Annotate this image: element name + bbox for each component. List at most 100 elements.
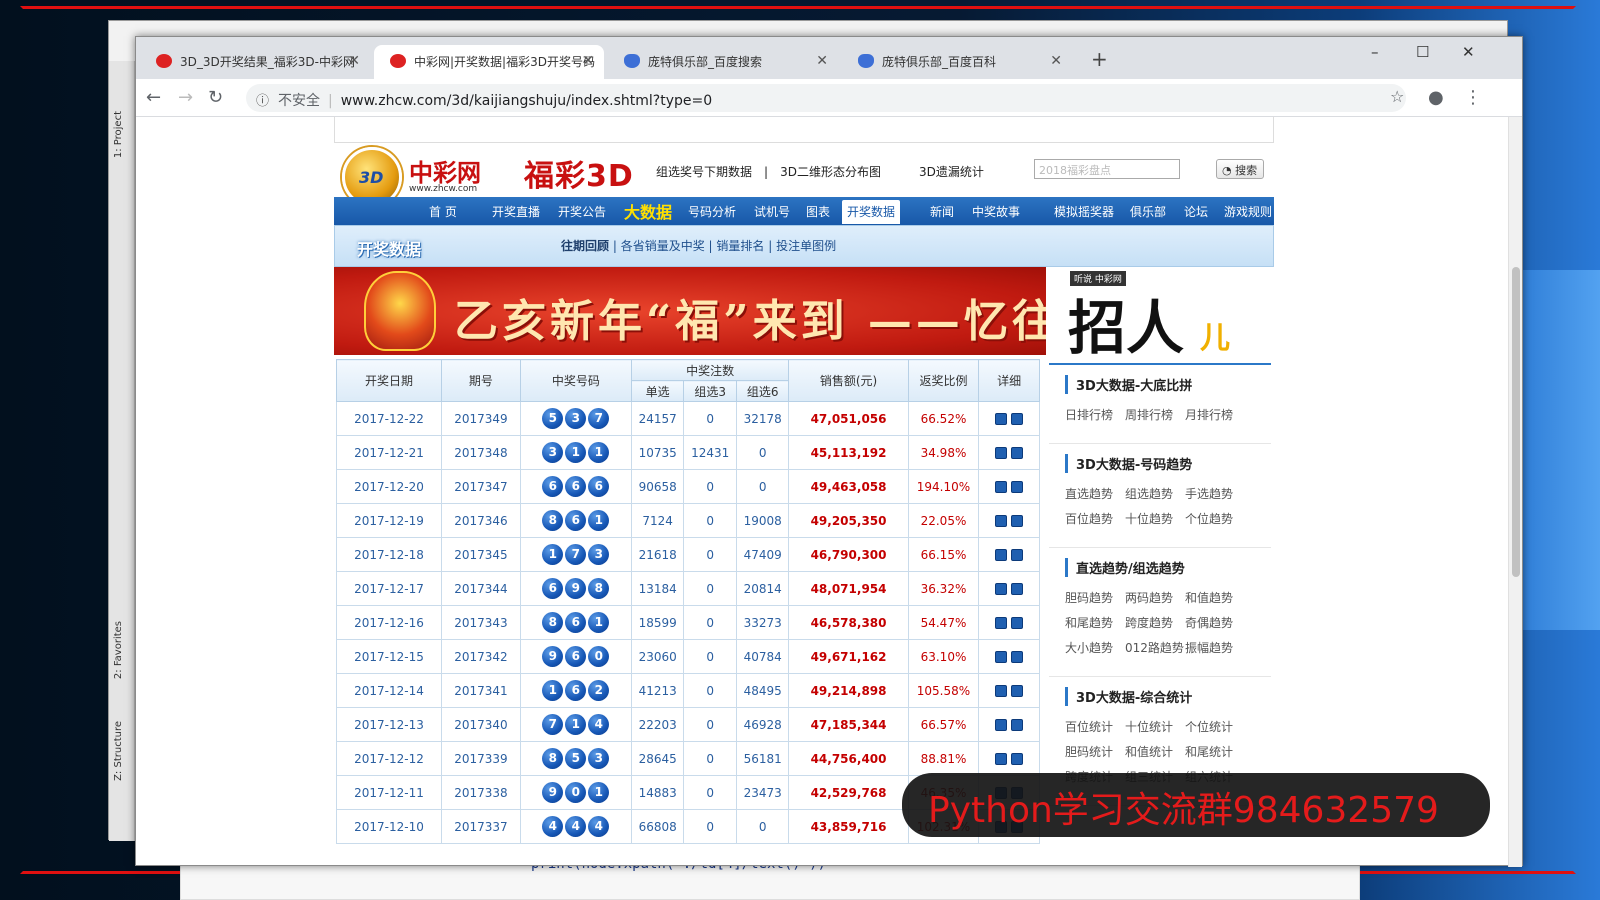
- structure-tool-tab[interactable]: Z: Structure: [113, 721, 124, 781]
- detail-doc-icon[interactable]: [995, 515, 1008, 527]
- nav-news[interactable]: 新闻: [930, 203, 954, 220]
- detail-doc-icon[interactable]: [995, 481, 1008, 493]
- url-text[interactable]: www.zhcw.com/3d/kaijiangshuju/index.shtm…: [341, 93, 712, 109]
- new-year-banner[interactable]: 乙亥新年“福”来到 ——忆往昔: [334, 267, 1046, 355]
- detail-doc-icon[interactable]: [995, 549, 1008, 561]
- sidebar-link[interactable]: 和尾趋势: [1065, 614, 1125, 631]
- sidebar-link[interactable]: 和尾统计: [1185, 743, 1245, 760]
- sidebar-link[interactable]: 直选趋势: [1065, 485, 1125, 502]
- sidebar-link[interactable]: 和值统计: [1125, 743, 1185, 760]
- sidebar-link[interactable]: 跨度趋势: [1125, 614, 1185, 631]
- detail-doc-icon[interactable]: [995, 413, 1008, 425]
- close-window-button[interactable]: ✕: [1462, 43, 1475, 61]
- detail-video-icon[interactable]: [1011, 447, 1024, 459]
- project-tool-tab[interactable]: 1: Project: [113, 111, 124, 158]
- nav-charts[interactable]: 图表: [806, 203, 830, 220]
- sidebar-link[interactable]: 周排行榜: [1125, 406, 1185, 423]
- sidebar-link[interactable]: 胆码统计: [1065, 743, 1125, 760]
- nav-bigdata[interactable]: 大数据: [624, 199, 672, 223]
- sidebar-link[interactable]: 振幅趋势: [1185, 639, 1245, 656]
- sidebar-link[interactable]: 胆码趋势: [1065, 589, 1125, 606]
- nav-stories[interactable]: 中奖故事: [972, 203, 1020, 220]
- sidebar-link[interactable]: 个位统计: [1185, 718, 1245, 735]
- page-scrollbar[interactable]: [1508, 117, 1522, 867]
- nav-data[interactable]: 开奖数据: [842, 200, 901, 224]
- header-link[interactable]: 3D遗漏统计: [919, 165, 984, 179]
- browser-tab[interactable]: 庞特俱乐部_百度百科 ✕: [842, 45, 1072, 79]
- nav-rules[interactable]: 游戏规则: [1224, 203, 1272, 220]
- nav-home[interactable]: 首 页: [429, 203, 457, 220]
- browser-tab-active[interactable]: 中彩网|开奖数据|福彩3D开奖号码 ✕: [374, 45, 604, 79]
- header-link[interactable]: 3D二维形态分布图: [780, 165, 881, 179]
- sidebar-link[interactable]: 奇偶趋势: [1185, 614, 1245, 631]
- nav-club[interactable]: 俱乐部: [1130, 203, 1166, 220]
- forward-icon[interactable]: →: [178, 87, 193, 108]
- sidebar-link[interactable]: 百位趋势: [1065, 510, 1125, 527]
- sidebar-link[interactable]: 十位统计: [1125, 718, 1185, 735]
- sidebar-link[interactable]: 组选趋势: [1125, 485, 1185, 502]
- detail-doc-icon[interactable]: [995, 583, 1008, 595]
- search-input[interactable]: 2018福彩盘点: [1034, 159, 1180, 179]
- sidebar-section-title[interactable]: 3D大数据-号码趋势: [1065, 454, 1271, 473]
- info-icon[interactable]: ⓘ: [256, 90, 269, 109]
- detail-doc-icon[interactable]: [995, 447, 1008, 459]
- detail-video-icon[interactable]: [1011, 651, 1024, 663]
- reload-icon[interactable]: ↻: [208, 87, 223, 108]
- bookmark-star-icon[interactable]: ☆: [1390, 87, 1404, 106]
- nav-trial[interactable]: 试机号: [754, 203, 790, 220]
- sidebar-link[interactable]: 大小趋势: [1065, 639, 1125, 656]
- maximize-button[interactable]: ☐: [1416, 43, 1429, 61]
- sidebar-link[interactable]: 十位趋势: [1125, 510, 1185, 527]
- detail-video-icon[interactable]: [1011, 617, 1024, 629]
- sidebar-link[interactable]: 月排行榜: [1185, 406, 1245, 423]
- detail-video-icon[interactable]: [1011, 515, 1024, 527]
- zhcw-brand[interactable]: 中彩网 www.zhcw.com: [409, 153, 481, 194]
- header-link[interactable]: 组选奖号下期数据: [656, 165, 752, 179]
- nav-forum[interactable]: 论坛: [1184, 203, 1208, 220]
- browser-tab[interactable]: 庞特俱乐部_百度搜索 ✕: [608, 45, 838, 79]
- detail-video-icon[interactable]: [1011, 753, 1024, 765]
- nav-analysis[interactable]: 号码分析: [688, 203, 736, 220]
- account-icon[interactable]: ●: [1428, 87, 1444, 108]
- sidebar-link[interactable]: 和值趋势: [1185, 589, 1245, 606]
- detail-doc-icon[interactable]: [995, 617, 1008, 629]
- close-tab-icon[interactable]: ✕: [1050, 53, 1062, 69]
- sub-link-ranking[interactable]: 销量排名: [716, 239, 764, 253]
- detail-doc-icon[interactable]: [995, 753, 1008, 765]
- nav-notice[interactable]: 开奖公告: [558, 203, 606, 220]
- browser-tab[interactable]: 3D_3D开奖结果_福彩3D-中彩网 ✕: [140, 45, 370, 79]
- sidebar-link[interactable]: 个位趋势: [1185, 510, 1245, 527]
- menu-dots-icon[interactable]: ⋮: [1464, 87, 1482, 108]
- close-tab-icon[interactable]: ✕: [816, 53, 828, 69]
- close-tab-icon[interactable]: ✕: [582, 53, 594, 69]
- detail-video-icon[interactable]: [1011, 413, 1024, 425]
- detail-video-icon[interactable]: [1011, 583, 1024, 595]
- sidebar-link[interactable]: 两码趋势: [1125, 589, 1185, 606]
- omnibox[interactable]: ⓘ 不安全 | www.zhcw.com/3d/kaijiangshuju/inde…: [246, 84, 1406, 112]
- sidebar-link[interactable]: 百位统计: [1065, 718, 1125, 735]
- minimize-button[interactable]: –: [1371, 43, 1379, 61]
- sub-link-history[interactable]: 往期回顾: [561, 239, 609, 253]
- sub-link-slip[interactable]: 投注单图例: [776, 239, 836, 253]
- search-button[interactable]: ◔ 搜索: [1216, 159, 1264, 179]
- scroll-thumb[interactable]: [1512, 267, 1520, 577]
- detail-doc-icon[interactable]: [995, 719, 1008, 731]
- sub-link-province[interactable]: 各省销量及中奖: [621, 239, 705, 253]
- detail-video-icon[interactable]: [1011, 719, 1024, 731]
- sidebar-section-title[interactable]: 3D大数据-大底比拼: [1065, 375, 1271, 394]
- back-icon[interactable]: ←: [146, 87, 161, 108]
- new-tab-button[interactable]: +: [1091, 47, 1108, 71]
- detail-doc-icon[interactable]: [995, 685, 1008, 697]
- close-tab-icon[interactable]: ✕: [348, 53, 360, 69]
- detail-doc-icon[interactable]: [995, 651, 1008, 663]
- sidebar-link[interactable]: 012路趋势: [1125, 639, 1185, 656]
- recruit-ad[interactable]: 听说 中彩网 招人 儿: [1062, 267, 1262, 362]
- sidebar-link[interactable]: 手选趋势: [1185, 485, 1245, 502]
- nav-simulator[interactable]: 模拟摇奖器: [1054, 203, 1114, 220]
- detail-video-icon[interactable]: [1011, 549, 1024, 561]
- sidebar-section-title[interactable]: 直选趋势/组选趋势: [1065, 558, 1271, 577]
- sidebar-section-title[interactable]: 3D大数据-综合统计: [1065, 687, 1271, 706]
- detail-video-icon[interactable]: [1011, 685, 1024, 697]
- detail-video-icon[interactable]: [1011, 481, 1024, 493]
- favorites-tool-tab[interactable]: 2: Favorites: [113, 621, 124, 679]
